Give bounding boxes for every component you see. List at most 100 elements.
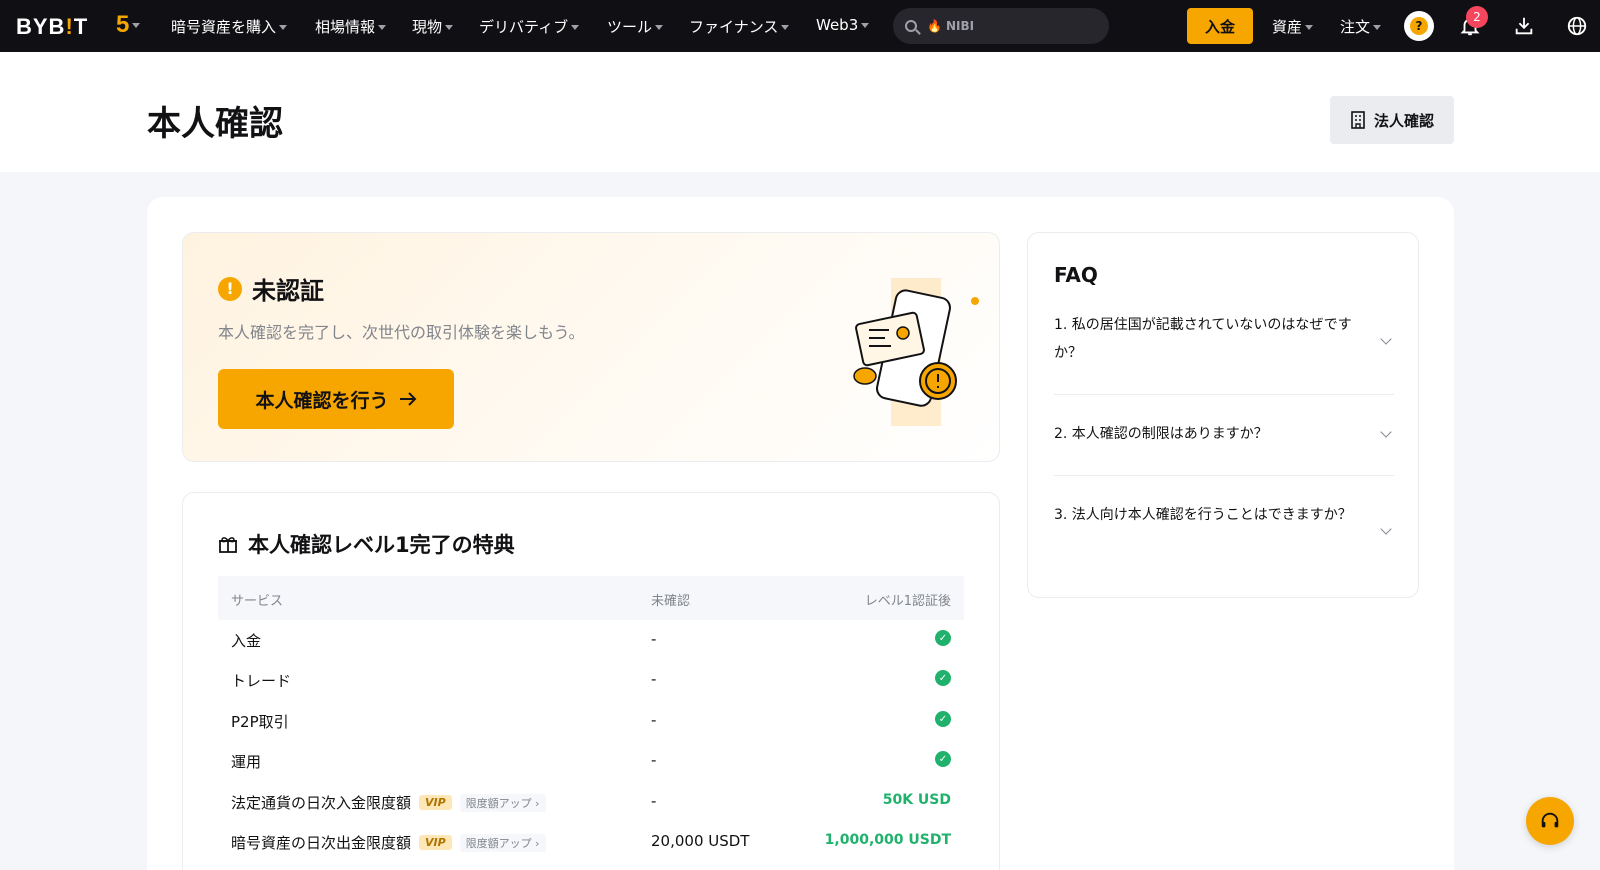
logo-text-prefix: BYB bbox=[16, 14, 66, 39]
chevron-down-icon bbox=[1380, 523, 1392, 535]
faq-divider bbox=[1054, 475, 1394, 476]
main-container: ! 未認証 本人確認を完了し、次世代の取引体験を楽しもう。 本人確認を行う 本人… bbox=[147, 197, 1454, 870]
nav-label: 資産 bbox=[1272, 18, 1303, 36]
service-name: 暗号資産の日次出金限度額 bbox=[231, 834, 412, 852]
customer-support-button[interactable] bbox=[1526, 797, 1574, 845]
faq-item[interactable]: 2. 本人確認の制限はありますか？ bbox=[1054, 420, 1394, 448]
check-circle-icon: ✓ bbox=[935, 670, 951, 686]
benefits-title: 本人確認レベル1完了の特典 bbox=[248, 533, 515, 557]
service-name: 運用 bbox=[231, 753, 262, 771]
nav-web3[interactable]: Web3 bbox=[816, 16, 870, 34]
nav-markets[interactable]: 相場情報 bbox=[315, 16, 387, 37]
globe-icon bbox=[1567, 16, 1587, 36]
col-unverified: 未確認 bbox=[651, 594, 691, 609]
limit-upgrade-label: 限度額アップ bbox=[465, 796, 532, 810]
nav-buy-crypto[interactable]: 暗号資産を購入 bbox=[171, 16, 288, 37]
check-circle-icon: ✓ bbox=[935, 630, 951, 646]
faq-question: 2. 本人確認の制限はありますか？ bbox=[1054, 426, 1268, 442]
faq-question: 3. 法人向け本人確認を行うことはできますか？ bbox=[1054, 507, 1352, 523]
service-name: P2P取引 bbox=[231, 713, 289, 731]
warning-icon: ! bbox=[218, 276, 242, 301]
anniversary-menu[interactable]: 5 bbox=[116, 12, 142, 38]
faq-item[interactable]: 3. 法人向け本人確認を行うことはできますか？ bbox=[1054, 501, 1394, 535]
fire-icon: 🔥 bbox=[927, 19, 942, 33]
faq-card: FAQ 1. 私の居住国が記載されていないのはなぜですか？ 2. 本人確認の制限… bbox=[1027, 232, 1419, 598]
nav-derivatives[interactable]: デリバティブ bbox=[479, 16, 580, 37]
building-icon bbox=[1351, 111, 1365, 129]
search-icon bbox=[905, 20, 917, 32]
faq-question: 1. 私の居住国が記載されていないのはなぜですか？ bbox=[1054, 317, 1352, 361]
nav-label: Web3 bbox=[816, 16, 859, 34]
caret-down-icon bbox=[279, 25, 288, 30]
limit-upgrade-link[interactable]: 限度額アップ › bbox=[459, 793, 546, 812]
download-button[interactable] bbox=[1510, 12, 1538, 40]
anniversary-icon: 5 bbox=[116, 11, 130, 38]
nav-label: 現物 bbox=[412, 18, 443, 36]
table-row: 暗号資産の日次出金限度額 VIP 限度額アップ › 20,000 USDT 1,… bbox=[218, 822, 964, 862]
nav-orders[interactable]: 注文 bbox=[1340, 16, 1382, 37]
start-verification-button[interactable]: 本人確認を行う bbox=[218, 369, 454, 429]
caret-down-icon bbox=[861, 23, 870, 28]
chevron-down-icon bbox=[1380, 426, 1392, 438]
logo-text-i: ! bbox=[65, 14, 74, 39]
table-row: P2P取引 - ✓ bbox=[218, 701, 964, 741]
faq-title: FAQ bbox=[1054, 263, 1098, 287]
nav-label: 相場情報 bbox=[315, 18, 376, 36]
vip-badge: VIP bbox=[419, 835, 452, 850]
table-row: 法定通貨の日次入金限度額 VIP 限度額アップ › - 50K USD bbox=[218, 782, 964, 822]
corporate-verification-button[interactable]: 法人確認 bbox=[1330, 96, 1454, 144]
col-level1: レベル1認証後 bbox=[864, 594, 951, 609]
verification-status-card: ! 未認証 本人確認を完了し、次世代の取引体験を楽しもう。 本人確認を行う bbox=[182, 232, 1000, 462]
nav-tools[interactable]: ツール bbox=[607, 16, 664, 37]
unverified-value: - bbox=[651, 630, 657, 648]
table-row: トレード - ✓ bbox=[218, 660, 964, 700]
page-title: 本人確認 bbox=[147, 104, 283, 144]
start-verification-label: 本人確認を行う bbox=[255, 389, 389, 412]
unverified-value: - bbox=[651, 670, 657, 688]
bybit-logo[interactable]: BYB!T bbox=[16, 14, 88, 40]
caret-down-icon bbox=[1373, 25, 1382, 30]
limit-upgrade-label: 限度額アップ bbox=[465, 836, 532, 850]
level1-benefits-card: 本人確認レベル1完了の特典 サービス 未確認 レベル1認証後 入金 - ✓ トレ… bbox=[182, 492, 1000, 870]
arrow-right-icon bbox=[399, 392, 416, 406]
caret-down-icon bbox=[378, 25, 387, 30]
nav-label: デリバティブ bbox=[479, 18, 569, 36]
faq-item[interactable]: 1. 私の居住国が記載されていないのはなぜですか？ bbox=[1054, 311, 1394, 367]
unverified-value: - bbox=[651, 711, 657, 729]
nav-finance[interactable]: ファイナンス bbox=[689, 16, 790, 37]
search-input[interactable]: 🔥 NIBI bbox=[893, 8, 1109, 44]
page-header: 本人確認 法人確認 bbox=[0, 52, 1600, 172]
deposit-button[interactable]: 入金 bbox=[1187, 8, 1253, 44]
caret-down-icon bbox=[132, 22, 141, 28]
service-name: トレード bbox=[231, 672, 292, 690]
service-name: 入金 bbox=[231, 632, 262, 650]
id-card-illustration-icon bbox=[853, 278, 979, 426]
status-subtitle: 本人確認を完了し、次世代の取引体験を楽しもう。 bbox=[218, 323, 585, 342]
chevron-down-icon bbox=[1380, 333, 1392, 345]
nav-spot[interactable]: 現物 bbox=[412, 16, 454, 37]
vip-badge: VIP bbox=[419, 795, 452, 810]
unverified-value: - bbox=[651, 792, 657, 810]
check-circle-icon: ✓ bbox=[935, 751, 951, 767]
top-nav: BYB!T 5 暗号資産を購入 相場情報 現物 デリバティブ ツール ファイナン… bbox=[0, 0, 1600, 52]
limit-upgrade-link[interactable]: 限度額アップ › bbox=[459, 833, 546, 852]
nav-assets[interactable]: 資産 bbox=[1272, 16, 1314, 37]
avatar[interactable]: ? bbox=[1404, 11, 1434, 41]
logo-text-suffix: T bbox=[73, 14, 89, 39]
nav-label: ツール bbox=[607, 18, 653, 36]
caret-down-icon bbox=[445, 25, 454, 30]
level1-value: 50K USD bbox=[882, 792, 951, 808]
unverified-value: - bbox=[651, 751, 657, 769]
caret-down-icon bbox=[655, 25, 664, 30]
avatar-icon: ? bbox=[1410, 17, 1428, 35]
benefits-table-header: サービス 未確認 レベル1認証後 bbox=[218, 576, 964, 620]
language-button[interactable] bbox=[1563, 12, 1591, 40]
search-hot-keyword: NIBI bbox=[945, 19, 975, 33]
table-row: 入金 - ✓ bbox=[218, 620, 964, 660]
nav-label: 注文 bbox=[1340, 18, 1371, 36]
table-row: 運用 - ✓ bbox=[218, 741, 964, 781]
notification-badge: 2 bbox=[1466, 6, 1488, 28]
status-title: 未認証 bbox=[252, 277, 324, 305]
download-icon bbox=[1515, 17, 1533, 35]
caret-down-icon bbox=[1305, 25, 1314, 30]
